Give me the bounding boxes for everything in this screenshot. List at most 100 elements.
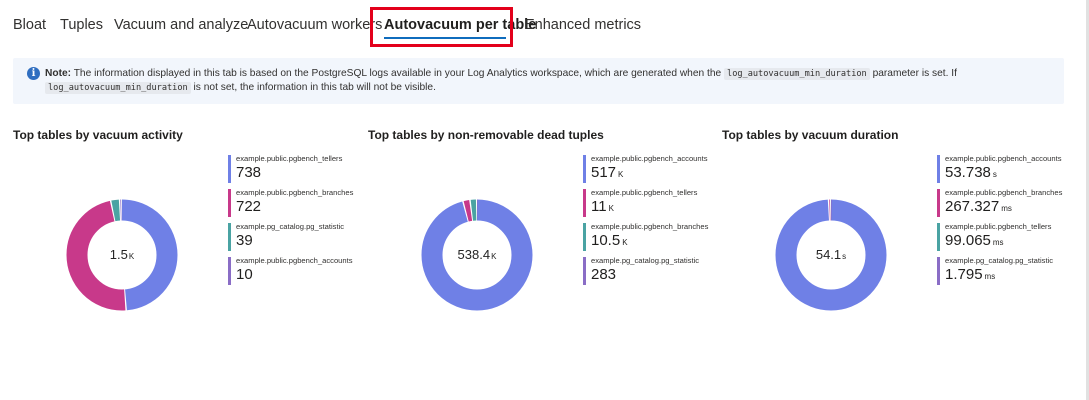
legend-value-number: 517 <box>591 164 617 181</box>
info-message-bar: i Note: The information displayed in thi… <box>13 58 1064 104</box>
legend-value-unit: s <box>992 170 997 179</box>
legend-vacuum-activity: example.public.pgbench_tellers 738 example… <box>228 153 388 289</box>
donut-total-vacuum-activity: 1.5K <box>62 195 182 315</box>
legend-item[interactable]: example.public.pgbench_branches 267.327 ms <box>937 187 1089 221</box>
donut-total-unit: s <box>842 252 847 261</box>
legend-item[interactable]: example.pg_catalog.pg_statistic 39 <box>228 221 388 255</box>
legend-swatch <box>228 189 231 217</box>
legend-value-number: 99.065 <box>945 232 991 249</box>
highlight-box <box>370 7 513 47</box>
legend-series-value: 722 <box>236 198 388 218</box>
legend-value-unit: K <box>618 170 624 179</box>
donut-total-dead-tuples: 538.4K <box>417 195 537 315</box>
donut-total-value: 1.5 <box>109 247 128 262</box>
legend-swatch <box>583 189 586 217</box>
legend-swatch <box>583 257 586 285</box>
legend-value-number: 39 <box>236 232 253 249</box>
legend-series-value: 1.795 ms <box>945 266 1089 286</box>
tab-autovacuum-workers[interactable]: Autovacuum workers <box>247 17 382 33</box>
legend-series-name: example.public.pgbench_accounts <box>945 154 1062 163</box>
tab-bar: Bloat Tuples Vacuum and analyze Autovacu… <box>0 0 1089 52</box>
legend-dead-tuples: example.public.pgbench_accounts 517 Kexamp… <box>583 153 743 289</box>
legend-series-name: example.pg_catalog.pg_statistic <box>945 256 1054 265</box>
info-text-3: is not set, the information in this tab … <box>193 82 436 93</box>
info-icon: i <box>27 67 40 80</box>
legend-value-number: 10 <box>236 266 253 283</box>
legend-value-number: 738 <box>236 164 262 181</box>
chart-title-dead-tuples: Top tables by non-removable dead tuples <box>368 128 604 142</box>
legend-item[interactable]: example.public.pgbench_branches 10.5 K <box>583 221 743 255</box>
legend-value-number: 53.738 <box>945 164 991 181</box>
legend-series-value: 11 K <box>591 198 743 218</box>
legend-series-name: example.pg_catalog.pg_statistic <box>236 222 345 231</box>
legend-value-number: 722 <box>236 198 262 215</box>
legend-value-number: 10.5 <box>591 232 621 249</box>
legend-series-value: 39 <box>236 232 388 252</box>
info-code-2: log_autovacuum_min_duration <box>45 82 191 94</box>
legend-item[interactable]: example.public.pgbench_accounts 53.738 s <box>937 153 1089 187</box>
legend-series-name: example.public.pgbench_tellers <box>236 154 343 163</box>
legend-value-unit: ms <box>992 238 1004 247</box>
legend-series-name: example.public.pgbench_accounts <box>591 154 708 163</box>
donut-total-vacuum-duration: 54.1s <box>771 195 891 315</box>
legend-value-unit: ms <box>1001 204 1012 213</box>
donut-chart-dead-tuples: 538.4K <box>417 195 537 315</box>
tab-bloat[interactable]: Bloat <box>13 17 46 33</box>
info-code-1: log_autovacuum_min_duration <box>724 68 870 80</box>
legend-swatch <box>937 223 940 251</box>
legend-value-number: 283 <box>591 266 617 283</box>
legend-value-unit: ms <box>984 272 996 281</box>
tab-enhanced-metrics[interactable]: Enhanced metrics <box>525 17 641 33</box>
donut-chart-vacuum-duration: 54.1s <box>771 195 891 315</box>
legend-series-value: 517 K <box>591 164 743 184</box>
legend-value-number: 11 <box>591 198 607 215</box>
legend-series-value: 99.065 ms <box>945 232 1089 252</box>
legend-series-value: 283 <box>591 266 743 286</box>
info-message: Note: The information displayed in this … <box>45 67 1045 95</box>
legend-swatch <box>228 155 231 183</box>
legend-swatch <box>937 155 940 183</box>
legend-series-name: example.public.pgbench_branches <box>236 188 354 197</box>
donut-total-unit: K <box>128 252 135 261</box>
legend-value-number: 267.327 <box>945 198 1000 215</box>
legend-swatch <box>937 189 940 217</box>
legend-item[interactable]: example.pg_catalog.pg_statistic 283 <box>583 255 743 289</box>
donut-total-value: 54.1 <box>815 247 842 262</box>
legend-swatch <box>583 223 586 251</box>
chart-title-vacuum-activity: Top tables by vacuum activity <box>13 128 183 142</box>
legend-value-unit: K <box>608 204 614 213</box>
legend-swatch <box>228 257 231 285</box>
legend-value-number: 1.795 <box>945 266 983 283</box>
tab-tuples[interactable]: Tuples <box>60 17 103 33</box>
legend-series-value: 10 <box>236 266 388 286</box>
legend-series-value: 738 <box>236 164 388 184</box>
legend-value-unit: K <box>622 238 628 247</box>
legend-vacuum-duration: example.public.pgbench_accounts 53.738 s ex… <box>937 153 1089 289</box>
legend-item[interactable]: example.public.pgbench_tellers 11 K <box>583 187 743 221</box>
note-label: Note: <box>45 68 72 79</box>
legend-series-name: example.public.pgbench_accounts <box>236 256 353 265</box>
legend-swatch <box>937 257 940 285</box>
legend-item[interactable]: example.public.pgbench_tellers 738 <box>228 153 388 187</box>
legend-swatch <box>228 223 231 251</box>
legend-series-value: 267.327 ms <box>945 198 1089 218</box>
legend-swatch <box>583 155 586 183</box>
info-text-2: parameter is set. If <box>872 68 957 79</box>
tab-vacuum-and-analyze[interactable]: Vacuum and analyze <box>114 17 248 33</box>
legend-item[interactable]: example.public.pgbench_accounts 10 <box>228 255 388 289</box>
legend-series-value: 10.5 K <box>591 232 743 252</box>
chart-title-vacuum-duration: Top tables by vacuum duration <box>722 128 899 142</box>
legend-series-value: 53.738 s <box>945 164 1089 184</box>
legend-series-name: example.public.pgbench_branches <box>945 188 1063 197</box>
donut-chart-vacuum-activity: 1.5K <box>62 195 182 315</box>
legend-item[interactable]: example.public.pgbench_tellers 99.065 ms <box>937 221 1089 255</box>
donut-total-value: 538.4 <box>457 247 491 262</box>
legend-item[interactable]: example.public.pgbench_accounts 517 K <box>583 153 743 187</box>
legend-series-name: example.public.pgbench_tellers <box>945 222 1052 231</box>
donut-total-unit: K <box>491 252 497 261</box>
legend-item[interactable]: example.public.pgbench_branches 722 <box>228 187 388 221</box>
info-text-1: The information displayed in this tab is… <box>73 68 722 79</box>
legend-series-name: example.pg_catalog.pg_statistic <box>591 256 700 265</box>
legend-item[interactable]: example.pg_catalog.pg_statistic 1.795 ms <box>937 255 1089 289</box>
legend-series-name: example.public.pgbench_tellers <box>591 188 698 197</box>
